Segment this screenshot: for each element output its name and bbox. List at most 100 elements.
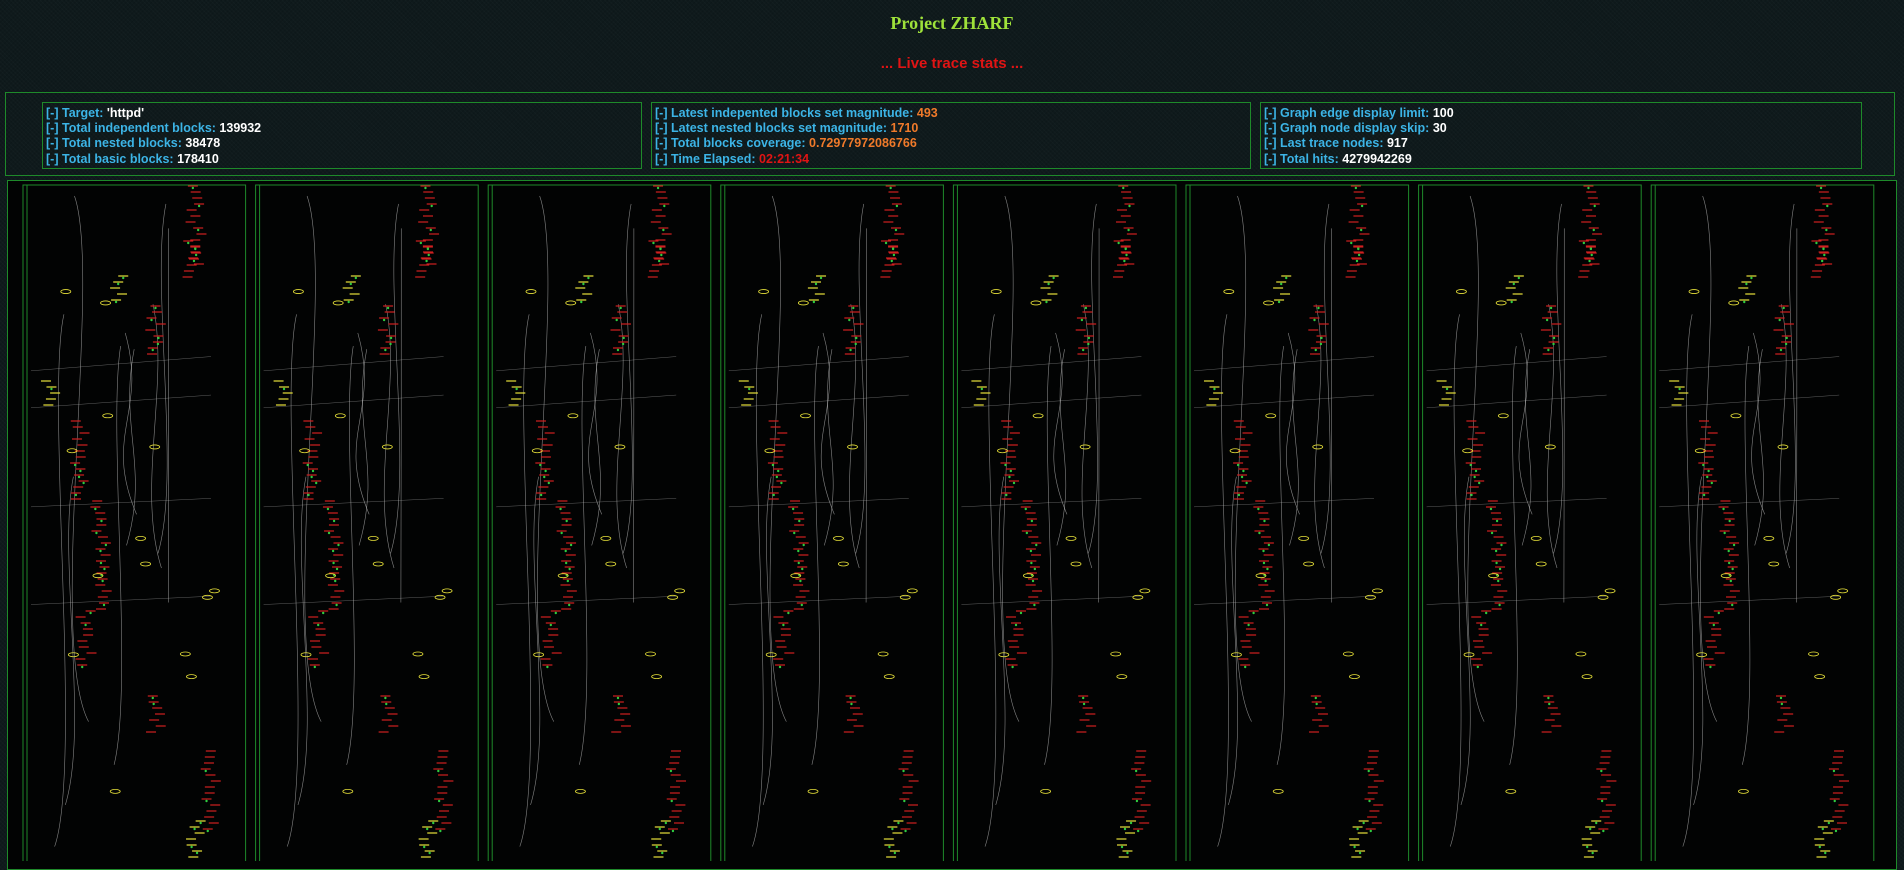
trace-node-dot — [100, 520, 102, 522]
trace-node-dot — [1083, 703, 1085, 705]
trace-graph-area[interactable] — [7, 180, 1897, 870]
trace-edge — [1315, 304, 1325, 568]
graph-panel-frame — [1651, 185, 1874, 861]
trace-edge — [729, 395, 909, 408]
trace-node-dot — [515, 388, 517, 390]
trace-node-dot — [1031, 520, 1033, 522]
trace-node-dot — [439, 830, 441, 832]
trace-node-ellipse — [526, 290, 536, 294]
bullet-icon[interactable]: [-] — [1264, 152, 1277, 166]
trace-node-dot — [1123, 260, 1125, 262]
graph-panel-frame — [721, 185, 944, 861]
trace-node-ellipse — [1605, 589, 1615, 593]
trace-node-dot — [560, 532, 562, 534]
trace-node-dot — [81, 666, 83, 668]
trace-edge — [264, 498, 444, 507]
trace-node-dot — [659, 248, 661, 250]
trace-node-dot — [115, 301, 117, 303]
trace-node-dot — [1595, 822, 1597, 824]
trace-node-dot — [891, 828, 893, 830]
trace-node-ellipse — [1815, 675, 1825, 679]
trace-node-ellipse — [1041, 789, 1051, 793]
bullet-icon[interactable]: [-] — [655, 121, 668, 135]
trace-edge — [1286, 333, 1299, 514]
trace-node-dot — [1815, 242, 1817, 244]
trace-edge — [1683, 314, 1694, 846]
trace-node-dot — [1368, 800, 1370, 802]
stat-value: 178410 — [177, 152, 219, 166]
trace-node-dot — [1313, 319, 1315, 321]
trace-node-dot — [122, 277, 124, 279]
trace-edge — [752, 314, 763, 846]
stat-value: 0.72977972086766 — [809, 136, 917, 150]
trace-node-dot — [1136, 800, 1138, 802]
trace-node-ellipse — [575, 789, 585, 793]
trace-node-ellipse — [103, 414, 113, 418]
trace-node-ellipse — [615, 445, 625, 449]
trace-node-dot — [776, 476, 778, 478]
trace-node-dot — [1026, 532, 1028, 534]
trace-node-ellipse — [1598, 595, 1608, 599]
trace-node-dot — [852, 307, 854, 309]
trace-node-ellipse — [848, 445, 858, 449]
bullet-icon[interactable]: [-] — [1264, 136, 1277, 150]
trace-node-dot — [1262, 550, 1264, 552]
trace-edge — [264, 357, 444, 371]
trace-node-ellipse — [568, 414, 578, 418]
stat-total-hits: [-] Total hits: 4279942269 — [1264, 152, 1861, 167]
trace-node-dot — [1010, 470, 1012, 472]
trace-edge — [264, 395, 444, 408]
bullet-icon[interactable]: [-] — [46, 152, 59, 166]
bullet-icon[interactable]: [-] — [1264, 121, 1277, 135]
bullet-icon[interactable]: [-] — [46, 106, 59, 120]
trace-node-dot — [1513, 283, 1515, 285]
trace-node-dot — [1370, 830, 1372, 832]
trace-node-dot — [1244, 666, 1246, 668]
trace-node-dot — [1013, 482, 1015, 484]
trace-node-dot — [1242, 470, 1244, 472]
trace-node-dot — [1821, 260, 1823, 262]
bullet-icon[interactable]: [-] — [1264, 106, 1277, 120]
trace-node-dot — [1478, 482, 1480, 484]
trace-node-dot — [103, 604, 105, 606]
bullet-icon[interactable]: [-] — [655, 106, 668, 120]
stat-value: 917 — [1387, 136, 1408, 150]
trace-node-dot — [782, 624, 784, 626]
trace-node-dot — [1743, 301, 1745, 303]
trace-node-dot — [337, 544, 339, 546]
trace-node-dot — [99, 550, 101, 552]
trace-node-ellipse — [202, 595, 212, 599]
stat-label: Total nested blocks: — [62, 136, 182, 150]
bullet-icon[interactable]: [-] — [655, 152, 668, 166]
trace-node-ellipse — [759, 290, 769, 294]
bullet-icon[interactable]: [-] — [46, 121, 59, 135]
trace-edge — [123, 333, 136, 514]
trace-node-dot — [855, 343, 857, 345]
trace-node-dot — [1709, 666, 1711, 668]
trace-graph-canvas[interactable] — [8, 181, 1896, 861]
trace-node-ellipse — [1365, 595, 1375, 599]
trace-edge — [356, 333, 369, 514]
stat-node-skip: [-] Graph node display skip: 30 — [1264, 121, 1861, 136]
trace-node-dot — [389, 343, 391, 345]
trace-node-dot — [194, 248, 196, 250]
trace-node-dot — [617, 349, 619, 351]
trace-node-ellipse — [180, 652, 190, 656]
trace-node-dot — [384, 349, 386, 351]
trace-node-ellipse — [606, 562, 616, 566]
trace-edge — [72, 196, 88, 722]
trace-node-dot — [1480, 624, 1482, 626]
bullet-icon[interactable]: [-] — [655, 136, 668, 150]
trace-node-ellipse — [1769, 562, 1779, 566]
trace-node-ellipse — [566, 301, 576, 305]
bullet-icon[interactable]: [-] — [46, 136, 59, 150]
trace-node-dot — [1359, 852, 1361, 854]
trace-node-dot — [1446, 388, 1448, 390]
trace-edge — [1522, 349, 1531, 545]
trace-node-dot — [1266, 604, 1268, 606]
trace-node-dot — [889, 187, 891, 189]
trace-node-dot — [333, 520, 335, 522]
trace-node-dot — [885, 242, 887, 244]
stat-nested-magnitude: [-] Latest nested blocks set magnitude: … — [655, 121, 1250, 136]
trace-node-ellipse — [150, 445, 160, 449]
